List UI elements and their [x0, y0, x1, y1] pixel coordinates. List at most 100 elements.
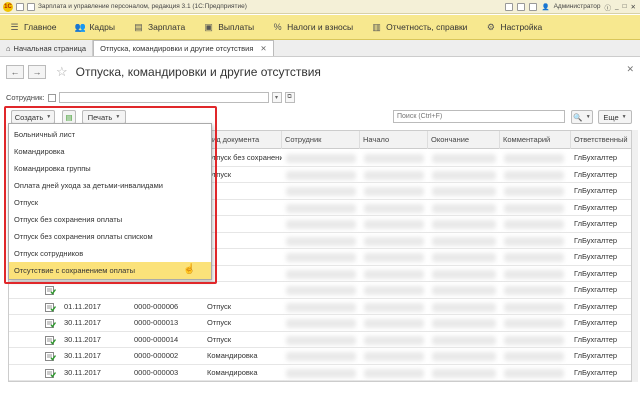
cell-doc-kind — [204, 183, 282, 199]
redacted-cell — [504, 187, 564, 196]
menu-item-vacation[interactable]: Отпуск — [9, 194, 211, 211]
cell-doc-kind — [204, 216, 282, 232]
taxes-icon: % — [273, 22, 282, 32]
page-title: Отпуска, командировки и другие отсутстви… — [75, 65, 321, 79]
redacted-cell — [364, 319, 424, 328]
menu-icon: ☰ — [10, 21, 19, 32]
menu-main[interactable]: ☰ Главное — [0, 15, 65, 40]
col-start[interactable]: Начало — [360, 131, 428, 149]
menu-taxes[interactable]: % Налоги и взносы — [263, 15, 362, 40]
close-window-icon[interactable]: ✕ — [631, 3, 636, 11]
table-row[interactable]: 30.11.20170000-000004Командировка ГлБухга… — [9, 381, 632, 382]
col-responsible[interactable]: Ответственный — [571, 131, 631, 149]
menu-item-paid-absence[interactable]: Отсутствие с сохранением оплаты — [9, 262, 211, 279]
maximize-icon[interactable]: □ — [623, 3, 627, 10]
more-button[interactable]: Еще ▼ — [598, 110, 632, 124]
employee-select-button[interactable]: ▾ — [271, 92, 282, 103]
cell-number: 0000-000003 — [134, 367, 179, 377]
redacted-cell — [364, 368, 424, 378]
menu-reports[interactable]: ▥ Отчетность, справки — [362, 15, 476, 40]
redacted-cell — [286, 170, 356, 180]
menu-item-group-trip[interactable]: Командировка группы — [9, 160, 211, 177]
close-form-icon[interactable]: ✕ — [626, 64, 634, 75]
table-row[interactable]: ГлБухгалтер — [9, 282, 631, 299]
cell-doc-kind: Отпуск — [207, 334, 232, 344]
menu-item-sick-leave[interactable]: Больничный лист — [9, 126, 211, 143]
cell-number: 0000-000014 — [134, 334, 179, 344]
cell-doc-kind — [204, 233, 282, 249]
cell-responsible: ГлБухгалтер — [574, 169, 618, 179]
redacted-cell — [364, 154, 424, 163]
cell-responsible: ГлБухгалтер — [574, 219, 618, 228]
cell-doc-kind — [204, 266, 282, 282]
document-copy-icon: ▤ — [65, 112, 73, 122]
close-tab-icon[interactable]: ✕ — [260, 44, 266, 53]
forward-button[interactable]: → — [28, 65, 46, 79]
redacted-cell — [504, 269, 564, 279]
menu-hr[interactable]: 👥 Кадры — [65, 15, 123, 40]
create-button[interactable]: Создать ▼ — [11, 110, 55, 124]
form-header: ← → ☆ Отпуска, командировки и другие отс… — [6, 64, 321, 80]
table-row[interactable]: 30.11.2017 0000-000013 Отпуск ГлБухгалтер — [9, 315, 631, 332]
col-employee[interactable]: Сотрудник — [282, 131, 360, 149]
tab-home[interactable]: ⌂ Начальная страница — [0, 40, 94, 56]
redacted-cell — [504, 286, 564, 295]
redacted-cell — [432, 253, 496, 262]
employee-filter-checkbox[interactable] — [47, 93, 56, 102]
open-tabs-bar: ⌂ Начальная страница Отпуска, командировк… — [0, 40, 640, 57]
quick-save-icon[interactable] — [27, 2, 35, 11]
cell-doc-kind: Отпуск — [207, 318, 232, 327]
cell-date: 30.11.2017 — [64, 351, 101, 360]
table-row[interactable]: 30.11.2017 0000-000003 Командировка ГлБухга… — [9, 365, 631, 381]
table-row[interactable]: 30.11.2017 0000-000014 Отпуск ГлБухгалтер — [9, 332, 631, 348]
redacted-cell — [286, 269, 356, 279]
col-comment[interactable]: Комментарий — [500, 131, 571, 149]
menu-item-unpaid-leave[interactable]: Отпуск без сохранения оплаты — [9, 211, 211, 228]
info-icon[interactable]: ⓘ — [604, 2, 611, 12]
redacted-cell — [364, 203, 424, 213]
menu-settings[interactable]: ⚙ Настройка — [476, 15, 551, 40]
history-icon[interactable] — [517, 2, 526, 11]
tab-absences[interactable]: Отпуска, командировки и другие отсутстви… — [93, 40, 274, 56]
redacted-cell — [432, 187, 496, 196]
star-icon[interactable] — [529, 2, 538, 11]
menu-salary[interactable]: ▤ Зарплата — [124, 15, 194, 40]
copy-doc-button[interactable]: ▤ — [62, 110, 76, 124]
table-row[interactable]: 01.11.2017 0000-000006 Отпуск ГлБухгалтер — [9, 299, 631, 315]
cell-doc-kind — [204, 249, 282, 265]
print-button[interactable]: Печать ▼ — [82, 110, 126, 124]
cell-doc-kind: Командировка — [207, 351, 258, 360]
redacted-cell — [432, 368, 496, 378]
menu-item-unpaid-leave-list[interactable]: Отпуск без сохранения оплаты списком — [9, 228, 211, 245]
search-button[interactable]: 🔍 ▼ — [571, 110, 593, 124]
employee-label: Сотрудник: — [6, 93, 45, 102]
employee-input[interactable] — [58, 92, 269, 103]
search-input[interactable] — [393, 110, 565, 123]
cell-doc-kind — [204, 200, 282, 216]
redacted-cell — [286, 236, 356, 246]
menu-item-business-trip[interactable]: Командировка — [9, 143, 211, 160]
cell-doc-kind — [204, 282, 282, 298]
cell-doc-kind: Отпуск без сохранения оплаты — [207, 153, 282, 162]
menu-item-disabled-child-care[interactable]: Оплата дней ухода за детьми-инвалидами — [9, 177, 211, 194]
menu-payments[interactable]: ▣ Выплаты — [194, 15, 263, 40]
redacted-cell — [432, 269, 496, 279]
col-doc-kind[interactable]: Вид документа — [204, 131, 282, 149]
favorite-star-icon[interactable]: ☆ — [56, 64, 68, 80]
menu-item-employees-vacation[interactable]: Отпуск сотрудников — [9, 245, 211, 262]
employee-open-button[interactable]: ⧉ — [284, 92, 295, 103]
table-scrollbar[interactable] — [632, 130, 638, 382]
col-end[interactable]: Окончание — [428, 131, 500, 149]
cell-date: 30.11.2017 — [61, 381, 133, 382]
table-row[interactable]: 30.11.2017 0000-000002 Командировка ГлБухга… — [9, 348, 631, 365]
user-name[interactable]: Администратор — [554, 3, 601, 10]
window-menu-icon[interactable] — [16, 2, 24, 11]
minimize-icon[interactable]: _ — [615, 3, 619, 10]
bell-icon[interactable] — [505, 2, 514, 11]
cell-number: 0000-000013 — [134, 318, 179, 327]
redacted-cell — [432, 352, 496, 361]
redacted-cell — [432, 203, 496, 213]
caret-down-icon: ▼ — [115, 114, 121, 120]
back-button[interactable]: ← — [6, 65, 24, 79]
redacted-cell — [364, 335, 424, 345]
